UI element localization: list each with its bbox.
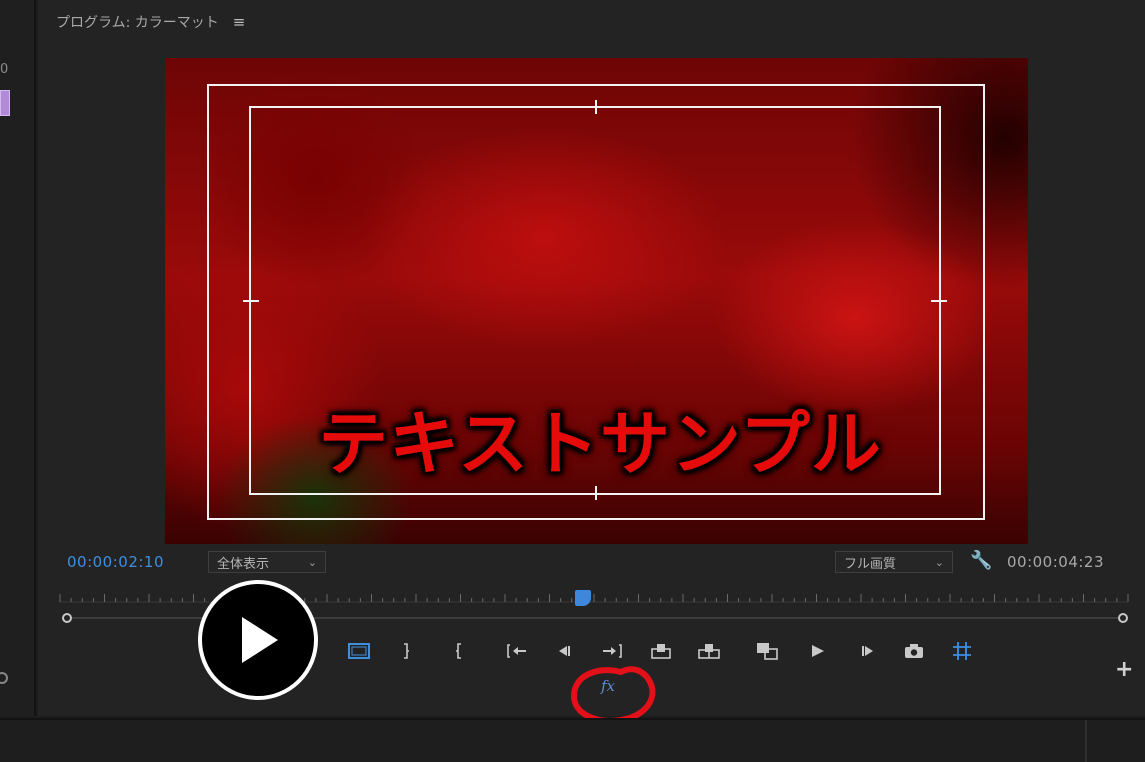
safe-tick-top xyxy=(595,100,597,114)
play-icon[interactable] xyxy=(803,638,831,664)
safe-tick-right xyxy=(931,300,947,302)
mark-in-icon[interactable] xyxy=(392,638,420,664)
left-panel-edge: 0 xyxy=(0,0,36,716)
wrench-icon[interactable]: 🔧 xyxy=(970,550,992,571)
step-back-icon[interactable] xyxy=(551,638,579,664)
playback-quality-select[interactable]: フル画質 ⌄ xyxy=(835,551,953,573)
program-video-frame[interactable]: テキストサンプル xyxy=(165,58,1028,544)
lift-icon[interactable] xyxy=(647,638,675,664)
duration-timecode: 00:00:04:23 xyxy=(1007,553,1105,571)
hamburger-icon[interactable]: ≡ xyxy=(233,13,246,31)
chevron-down-icon: ⌄ xyxy=(934,555,944,569)
zoom-level-select[interactable]: 全体表示 ⌄ xyxy=(208,551,326,573)
safe-margins-icon[interactable] xyxy=(948,638,976,664)
camera-icon[interactable] xyxy=(900,638,928,664)
zoom-level-value: 全体表示 xyxy=(217,556,270,572)
marker-icon[interactable] xyxy=(345,638,373,664)
play-button[interactable] xyxy=(198,580,318,700)
scrollbar-start-handle[interactable] xyxy=(62,613,72,623)
chevron-down-icon: ⌄ xyxy=(307,555,317,569)
go-to-in-icon[interactable] xyxy=(503,638,531,664)
safe-tick-left xyxy=(243,300,259,302)
export-frame-icon[interactable] xyxy=(753,638,781,664)
left-panel-number: 0 xyxy=(0,62,9,77)
step-forward-icon[interactable] xyxy=(853,638,881,664)
video-overlay-text: テキストサンプル xyxy=(318,402,882,485)
extract-icon[interactable] xyxy=(695,638,723,664)
add-button[interactable]: + xyxy=(1115,657,1133,682)
bottom-panel xyxy=(0,718,1145,762)
panel-title[interactable]: プログラム: カラーマット xyxy=(56,12,219,32)
go-to-out-icon[interactable] xyxy=(598,638,626,664)
scroll-handle[interactable] xyxy=(0,672,8,684)
play-icon xyxy=(242,617,278,663)
mark-out-icon[interactable] xyxy=(445,638,473,664)
panel-divider xyxy=(1085,720,1087,762)
panel-header: プログラム: カラーマット ≡ xyxy=(56,12,245,32)
clip-chip[interactable] xyxy=(0,90,10,116)
playback-quality-value: フル画質 xyxy=(844,556,897,572)
current-timecode[interactable]: 00:00:02:10 xyxy=(67,553,164,571)
scrollbar-end-handle[interactable] xyxy=(1118,613,1128,623)
